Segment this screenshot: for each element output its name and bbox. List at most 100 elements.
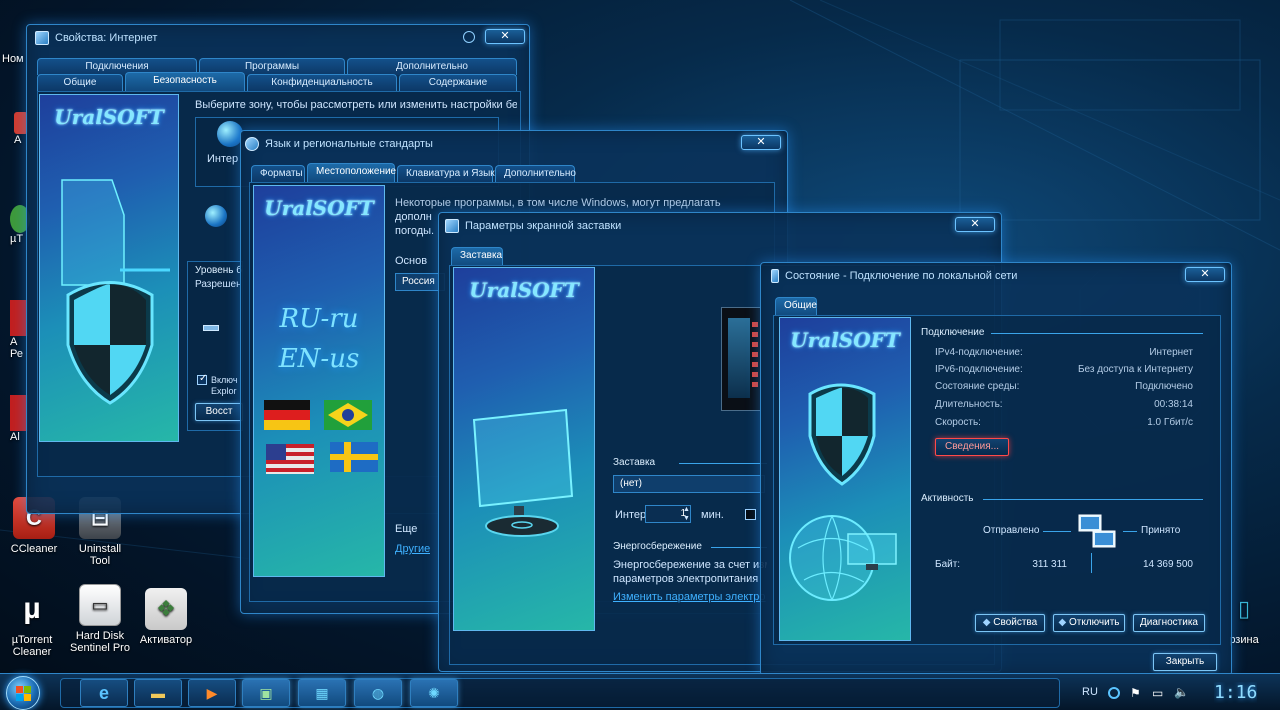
media-state-value: Подключено: [1135, 381, 1193, 392]
change-power-link[interactable]: Изменить параметры электро: [613, 591, 767, 603]
disable-button[interactable]: ◆ Отключить: [1053, 614, 1125, 632]
taskbar-region-settings[interactable]: ◍: [354, 679, 402, 707]
clock[interactable]: 1:16: [1214, 682, 1257, 703]
security-level-slider[interactable]: [203, 325, 219, 331]
tab-privacy[interactable]: Конфиденциальность: [247, 74, 397, 91]
media-player-icon: ▶: [206, 684, 218, 701]
tab-content[interactable]: Содержание: [399, 74, 517, 91]
more-label: Еще: [395, 523, 418, 535]
interval-label: Интер: [615, 509, 647, 521]
diagnostics-button[interactable]: Диагностика: [1133, 614, 1205, 632]
ipv6-value: Без доступа к Интернету: [1077, 364, 1193, 375]
zone-prompt: Выберите зону, чтобы рассмотреть или изм…: [195, 99, 517, 111]
desktop-icon-hard-disk-sentinel[interactable]: ▭ Hard Disk Sentinel Pro: [62, 584, 138, 654]
sweden-flag-icon: [330, 442, 378, 472]
taskbar-internet-explorer[interactable]: e: [80, 679, 128, 707]
tab-general[interactable]: Общие: [775, 297, 817, 316]
taskbar-display-settings[interactable]: ▣: [242, 679, 290, 707]
close-button[interactable]: ✕: [1185, 267, 1225, 282]
usa-flag-icon: [266, 444, 314, 474]
window-title: Состояние - Подключение по локальной сет…: [785, 270, 1018, 282]
tab-location[interactable]: Местоположение: [307, 163, 396, 182]
germany-flag-icon: [264, 400, 310, 430]
network-icon: ✺: [428, 684, 440, 701]
tab-security[interactable]: Безопасность: [125, 72, 245, 91]
tab-formats[interactable]: Форматы: [251, 165, 305, 182]
other-link[interactable]: Другие: [395, 543, 430, 555]
taskbar-explorer[interactable]: ▬: [134, 679, 182, 707]
allowed-level-label: Разрешен: [195, 279, 242, 290]
speed-value: 1.0 Гбит/с: [1147, 417, 1193, 428]
window-title: Параметры экранной заставки: [465, 220, 622, 232]
network-status-titlebar[interactable]: Состояние - Подключение по локальной сет…: [761, 263, 1231, 289]
globe-icon: ◍: [371, 684, 385, 701]
bytes-received: 14 369 500: [1142, 559, 1193, 570]
energy-text-2: параметров электропитания: [613, 573, 759, 585]
intro-text-2: дополн: [395, 211, 432, 223]
region-globe-icon: [245, 137, 259, 151]
region-settings-titlebar[interactable]: Язык и региональные стандарты: [241, 131, 787, 157]
interval-spinner[interactable]: ▲ ▼: [683, 505, 691, 523]
screensaver-titlebar[interactable]: Параметры экранной заставки: [439, 213, 1001, 239]
tab-advanced[interactable]: Дополнительно: [495, 165, 576, 182]
network-computers-icon: [1078, 514, 1116, 548]
resume-checkbox[interactable]: [745, 509, 756, 520]
language-indicator[interactable]: RU: [1082, 686, 1098, 698]
duration-label: Длительность:: [935, 399, 1003, 410]
ipv4-label: IPv4-подключение:: [935, 347, 1023, 358]
network-status-window[interactable]: Состояние - Подключение по локальной сет…: [760, 262, 1232, 676]
tab-advanced[interactable]: Дополнительно: [347, 58, 517, 75]
uralsoft-banner: UralSOFT: [453, 267, 595, 631]
sent-label: Отправлено: [983, 525, 1040, 536]
help-icon[interactable]: [463, 31, 475, 43]
start-button[interactable]: [6, 676, 40, 710]
media-state-label: Состояние среды:: [935, 381, 1020, 392]
taskbar-media-player[interactable]: ▶: [188, 679, 236, 707]
received-label: Принято: [1141, 525, 1181, 536]
close-button[interactable]: ✕: [485, 29, 525, 44]
tab-screensaver[interactable]: Заставка: [451, 247, 503, 266]
tab-keyboard-language[interactable]: Клавиатура и Язык: [397, 165, 495, 182]
shield-graphic: [61, 179, 170, 405]
energy-text: Энергосбережение за счет изм: [613, 559, 767, 571]
close-dialog-button[interactable]: Закрыть: [1153, 653, 1217, 671]
shield-icon: ◆: [982, 617, 991, 628]
network-tray-icon[interactable]: [1108, 687, 1120, 699]
screensaver-select[interactable]: (нет): [613, 475, 765, 493]
monitor-graphic: [472, 408, 574, 537]
brazil-flag-icon: [324, 400, 372, 430]
desktop-icon-utorrent-cleaner[interactable]: µ µTorrent Cleaner: [0, 588, 70, 659]
uralsoft-banner: UralSOFT: [39, 94, 179, 442]
shield-globe-graphic: [789, 383, 897, 601]
desktop-icon-home-label[interactable]: Ном: [2, 53, 24, 65]
network-icon: [771, 269, 779, 283]
uralsoft-banner: UralSOFT: [779, 317, 911, 641]
action-center-flag-icon[interactable]: ⚑: [1130, 686, 1141, 700]
internet-options-icon: [35, 31, 49, 45]
taskbar-network-status[interactable]: ✺: [410, 679, 458, 707]
activator-icon: ❖: [145, 588, 187, 630]
close-button[interactable]: ✕: [741, 135, 781, 150]
tab-general[interactable]: Общие: [37, 74, 123, 91]
close-button[interactable]: ✕: [955, 217, 995, 232]
activity-group-label: Активность: [921, 493, 974, 504]
minutes-label: мин.: [701, 509, 724, 521]
properties-button[interactable]: ◆ Свойства: [975, 614, 1045, 632]
main-location-label: Основ: [395, 255, 428, 267]
ipv4-value: Интернет: [1149, 347, 1193, 358]
energy-group-label: Энергосбережение: [613, 541, 702, 552]
security-level-label: Уровень б: [195, 265, 243, 276]
taskbar-control-panel[interactable]: ▦: [298, 679, 346, 707]
bytes-sent: 311 311: [1032, 559, 1067, 570]
protected-mode-checkbox[interactable]: ✓: [197, 373, 207, 385]
utorrent-icon: µ: [23, 592, 41, 625]
volume-icon[interactable]: 🔈: [1174, 685, 1189, 699]
globe-icon: [205, 205, 227, 227]
display-tray-icon[interactable]: ▭: [1152, 686, 1163, 700]
restore-button[interactable]: Восст: [195, 403, 243, 421]
details-button[interactable]: Сведения...: [935, 438, 1009, 456]
desktop-icon-activator[interactable]: ❖ Активатор: [128, 588, 204, 646]
internet-properties-titlebar[interactable]: Свойства: Интернет: [27, 25, 529, 51]
control-panel-icon: ▦: [315, 684, 329, 701]
duration-value: 00:38:14: [1154, 399, 1193, 410]
